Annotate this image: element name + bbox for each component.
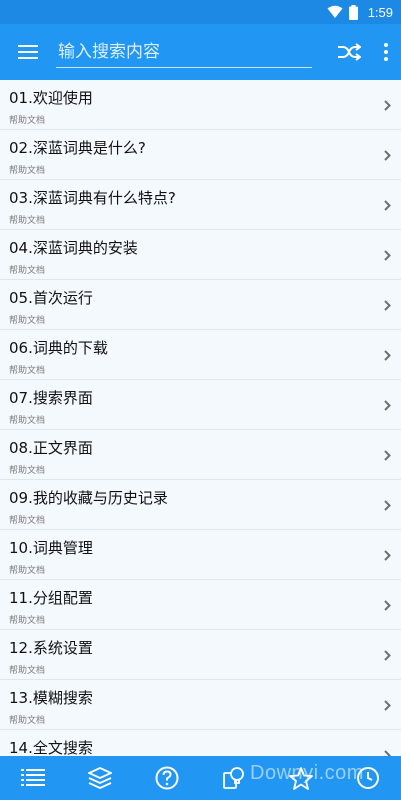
chevron-right-icon xyxy=(381,448,393,462)
list-item[interactable]: 03.深蓝词典有什么特点? 帮助文档 xyxy=(0,180,401,230)
wifi-icon xyxy=(327,5,343,19)
list-item[interactable]: 12.系统设置帮助文档 xyxy=(0,630,401,680)
list-item-subtitle: 帮助文档 xyxy=(9,116,46,126)
list-item[interactable]: 14.全文搜索帮助文档 xyxy=(0,730,401,756)
shuffle-button[interactable] xyxy=(327,24,371,80)
list-item-title: 03.深蓝词典有什么特点? xyxy=(9,189,176,207)
list-item-title: 09.我的收藏与历史记录 xyxy=(9,489,168,507)
star-icon xyxy=(288,766,313,790)
list-item[interactable]: 08.正文界面帮助文档 xyxy=(0,430,401,480)
list-item-title: 08.正文界面 xyxy=(9,439,93,457)
chevron-right-icon xyxy=(381,748,393,756)
shuffle-icon xyxy=(338,43,361,61)
list-item-title: 04.深蓝词典的安装 xyxy=(9,239,138,257)
nav-search-tips-button[interactable] xyxy=(209,756,259,800)
list-item-subtitle: 帮助文档 xyxy=(9,516,46,526)
chevron-right-icon xyxy=(381,398,393,412)
list-item-subtitle: 帮助文档 xyxy=(9,416,46,426)
list-item-title: 01.欢迎使用 xyxy=(9,89,93,107)
list-item-title: 07.搜索界面 xyxy=(9,389,93,407)
app-bar xyxy=(0,24,401,80)
menu-button[interactable] xyxy=(0,24,56,80)
list-item[interactable]: 07.搜索界面帮助文档 xyxy=(0,380,401,430)
more-options-button[interactable] xyxy=(371,24,401,80)
more-vert-icon xyxy=(384,43,388,61)
chevron-right-icon xyxy=(381,298,393,312)
chevron-right-icon xyxy=(381,98,393,112)
nav-list-button[interactable] xyxy=(8,756,58,800)
nav-history-button[interactable] xyxy=(343,756,393,800)
list-item[interactable]: 02.深蓝词典是什么? 帮助文档 xyxy=(0,130,401,180)
chevron-right-icon xyxy=(381,348,393,362)
list-item-subtitle: 帮助文档 xyxy=(9,466,46,476)
list-item-subtitle: 帮助文档 xyxy=(9,716,46,726)
list-item-title: 10.词典管理 xyxy=(9,539,93,557)
search-input[interactable] xyxy=(56,36,312,68)
status-time: 1:59 xyxy=(367,4,393,20)
list-item-title: 02.深蓝词典是什么? xyxy=(9,139,146,157)
chevron-right-icon xyxy=(381,648,393,662)
list-item[interactable]: 10.词典管理帮助文档 xyxy=(0,530,401,580)
list-item-subtitle: 帮助文档 xyxy=(9,616,46,626)
chevron-right-icon xyxy=(381,698,393,712)
list-item[interactable]: 09.我的收藏与历史记录帮助文档 xyxy=(0,480,401,530)
list-item-title: 14.全文搜索 xyxy=(9,739,93,756)
list-item-title: 13.模糊搜索 xyxy=(9,689,93,707)
chevron-right-icon xyxy=(381,248,393,262)
list-item[interactable]: 13.模糊搜索帮助文档 xyxy=(0,680,401,730)
list-item-subtitle: 帮助文档 xyxy=(9,166,46,176)
list-item-title: 06.词典的下载 xyxy=(9,339,108,357)
search-lightbulb-icon xyxy=(222,767,244,789)
list-item[interactable]: 11.分组配置帮助文档 xyxy=(0,580,401,630)
layers-icon xyxy=(88,767,113,789)
list-item[interactable]: 06.词典的下载帮助文档 xyxy=(0,330,401,380)
list-item-subtitle: 帮助文档 xyxy=(9,266,46,276)
chevron-right-icon xyxy=(381,148,393,162)
help-document-list: 01.欢迎使用帮助文档 02.深蓝词典是什么? 帮助文档 03.深蓝词典有什么特点? 帮… xyxy=(0,80,401,756)
nav-help-button[interactable] xyxy=(142,756,192,800)
chevron-right-icon xyxy=(381,498,393,512)
chevron-right-icon xyxy=(381,198,393,212)
list-item-subtitle: 帮助文档 xyxy=(9,566,46,576)
list-item-subtitle: 帮助文档 xyxy=(9,316,46,326)
chevron-right-icon xyxy=(381,598,393,612)
history-icon xyxy=(356,767,379,789)
list-item-title: 05.首次运行 xyxy=(9,289,93,307)
nav-layers-button[interactable] xyxy=(75,756,125,800)
list-item-title: 11.分组配置 xyxy=(9,589,93,607)
status-bar: 1:59 xyxy=(0,0,401,24)
help-icon xyxy=(155,766,179,790)
list-item[interactable]: 04.深蓝词典的安装帮助文档 xyxy=(0,230,401,280)
list-item-title: 12.系统设置 xyxy=(9,639,93,657)
menu-icon xyxy=(18,45,38,59)
bottom-nav xyxy=(0,756,401,800)
list-icon xyxy=(21,769,46,786)
list-item-subtitle: 帮助文档 xyxy=(9,666,46,676)
list-item-subtitle: 帮助文档 xyxy=(9,366,46,376)
battery-icon xyxy=(348,4,358,20)
chevron-right-icon xyxy=(381,548,393,562)
search-area xyxy=(56,24,327,80)
list-item-subtitle: 帮助文档 xyxy=(9,216,46,226)
list-item[interactable]: 05.首次运行帮助文档 xyxy=(0,280,401,330)
nav-favorites-button[interactable] xyxy=(276,756,326,800)
list-item[interactable]: 01.欢迎使用帮助文档 xyxy=(0,80,401,130)
